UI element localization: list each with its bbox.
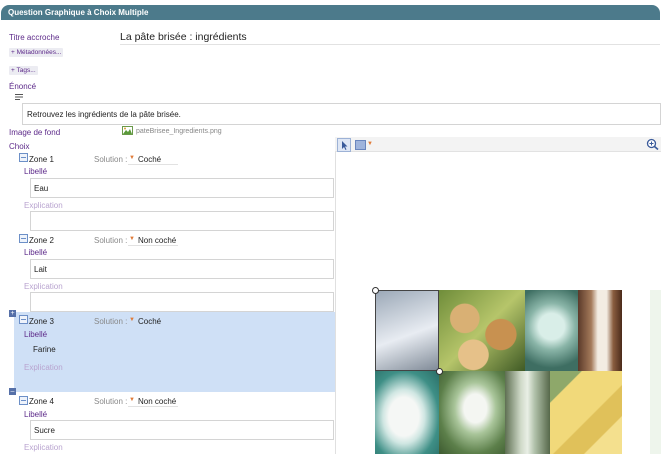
collapse-icon[interactable] (19, 396, 28, 405)
libelle-label: Libellé (24, 248, 48, 257)
enonce-value: Retrouvez les ingrédients de la pâte bri… (27, 110, 181, 119)
titre-input[interactable]: La pâte brisée : ingrédients (120, 31, 247, 43)
titre-label: Titre accroche (9, 33, 60, 42)
solution-select[interactable]: Coché (138, 155, 161, 164)
explication-label: Explication (24, 443, 63, 452)
collapse-icon[interactable] (19, 315, 28, 324)
solution-label: Solution : (94, 317, 128, 326)
titre-underline (120, 44, 660, 45)
explication-label: Explication (24, 201, 63, 210)
zone-title: Zone 1 (29, 155, 54, 164)
zone-item[interactable]: Zone 1 Solution : ▼ Coché Libellé Eau Ex… (0, 150, 335, 231)
zone-selection-outline[interactable] (375, 290, 439, 371)
text-format-icon[interactable] (15, 93, 23, 100)
libelle-label: Libellé (24, 410, 48, 419)
zoom-in-icon[interactable] (646, 138, 659, 151)
libelle-input[interactable]: Sucre (30, 420, 334, 440)
editor-toolbar (335, 137, 661, 152)
solution-select[interactable]: Non coché (138, 397, 176, 406)
water-bottle-tile (505, 371, 550, 454)
eggs-tile (439, 290, 525, 371)
enonce-label: Énoncé (9, 82, 37, 91)
chevron-down-icon[interactable]: ▼ (129, 155, 135, 161)
explication-label: Explication (24, 282, 63, 291)
libelle-input[interactable]: Eau (30, 178, 334, 198)
solution-select[interactable]: Non coché (138, 236, 176, 245)
solution-select[interactable]: Coché (138, 317, 161, 326)
libelle-value: Lait (34, 265, 47, 274)
libelle-label: Libellé (24, 330, 48, 339)
resize-handle-bottom-right[interactable] (436, 368, 443, 375)
cursor-arrow-icon[interactable] (337, 138, 351, 152)
explication-input[interactable] (30, 211, 334, 231)
chevron-down-icon[interactable]: ▼ (129, 397, 135, 403)
chevron-down-icon[interactable]: ▼ (367, 141, 373, 147)
solution-underline (128, 245, 178, 246)
rectangle-icon[interactable] (355, 140, 366, 150)
butter-tile (550, 371, 622, 454)
zone-item[interactable]: Zone 4 Solution : ▼ Non coché Libellé Su… (0, 393, 335, 454)
solution-label: Solution : (94, 236, 128, 245)
insert-zone-before-icon[interactable]: + (9, 310, 16, 317)
salt-bowl-tile (525, 290, 578, 371)
collapse-icon[interactable] (19, 153, 28, 162)
image-filename[interactable]: pateBrisee_Ingredients.png (136, 128, 222, 135)
libelle-label: Libellé (24, 167, 48, 176)
zone-title: Zone 4 (29, 397, 54, 406)
explication-input[interactable] (30, 292, 334, 312)
libelle-input[interactable]: Lait (30, 259, 334, 279)
side-panel-edge (650, 290, 661, 454)
zone-item[interactable]: Zone 2 Solution : ▼ Non coché Libellé La… (0, 231, 335, 312)
milk-jug-tile (375, 371, 439, 454)
solution-label: Solution : (94, 397, 128, 406)
sugar-spoon-tile (439, 371, 505, 454)
image-file-icon (122, 126, 133, 135)
enonce-textarea[interactable]: Retrouvez les ingrédients de la pâte bri… (22, 103, 661, 125)
metadonnees-button[interactable]: + Métadonnées... (9, 48, 64, 57)
zone-title: Zone 2 (29, 236, 54, 245)
image-fond-label: Image de fond (9, 128, 61, 137)
solution-underline (128, 406, 178, 407)
chevron-down-icon[interactable]: ▼ (129, 236, 135, 242)
salt-shaker-tile (578, 290, 622, 371)
zone-item-selected[interactable]: Zone 3 Solution : ▼ Coché Libellé Farine… (14, 312, 335, 392)
resize-handle-top-left[interactable] (372, 287, 379, 294)
panel-title: Question Graphique à Choix Multiple (8, 8, 149, 17)
solution-label: Solution : (94, 155, 128, 164)
collapse-icon[interactable] (19, 234, 28, 243)
titre-value: La pâte brisée : ingrédients (120, 31, 247, 43)
zone-title: Zone 3 (29, 317, 54, 326)
libelle-value[interactable]: Farine (33, 345, 56, 354)
tags-button[interactable]: + Tags... (9, 66, 38, 75)
chevron-down-icon[interactable]: ▼ (129, 317, 135, 323)
libelle-value: Eau (34, 184, 49, 193)
explication-label: Explication (24, 363, 63, 372)
libelle-value: Sucre (34, 426, 55, 435)
solution-underline (128, 164, 178, 165)
panel-header: Question Graphique à Choix Multiple (1, 5, 660, 20)
